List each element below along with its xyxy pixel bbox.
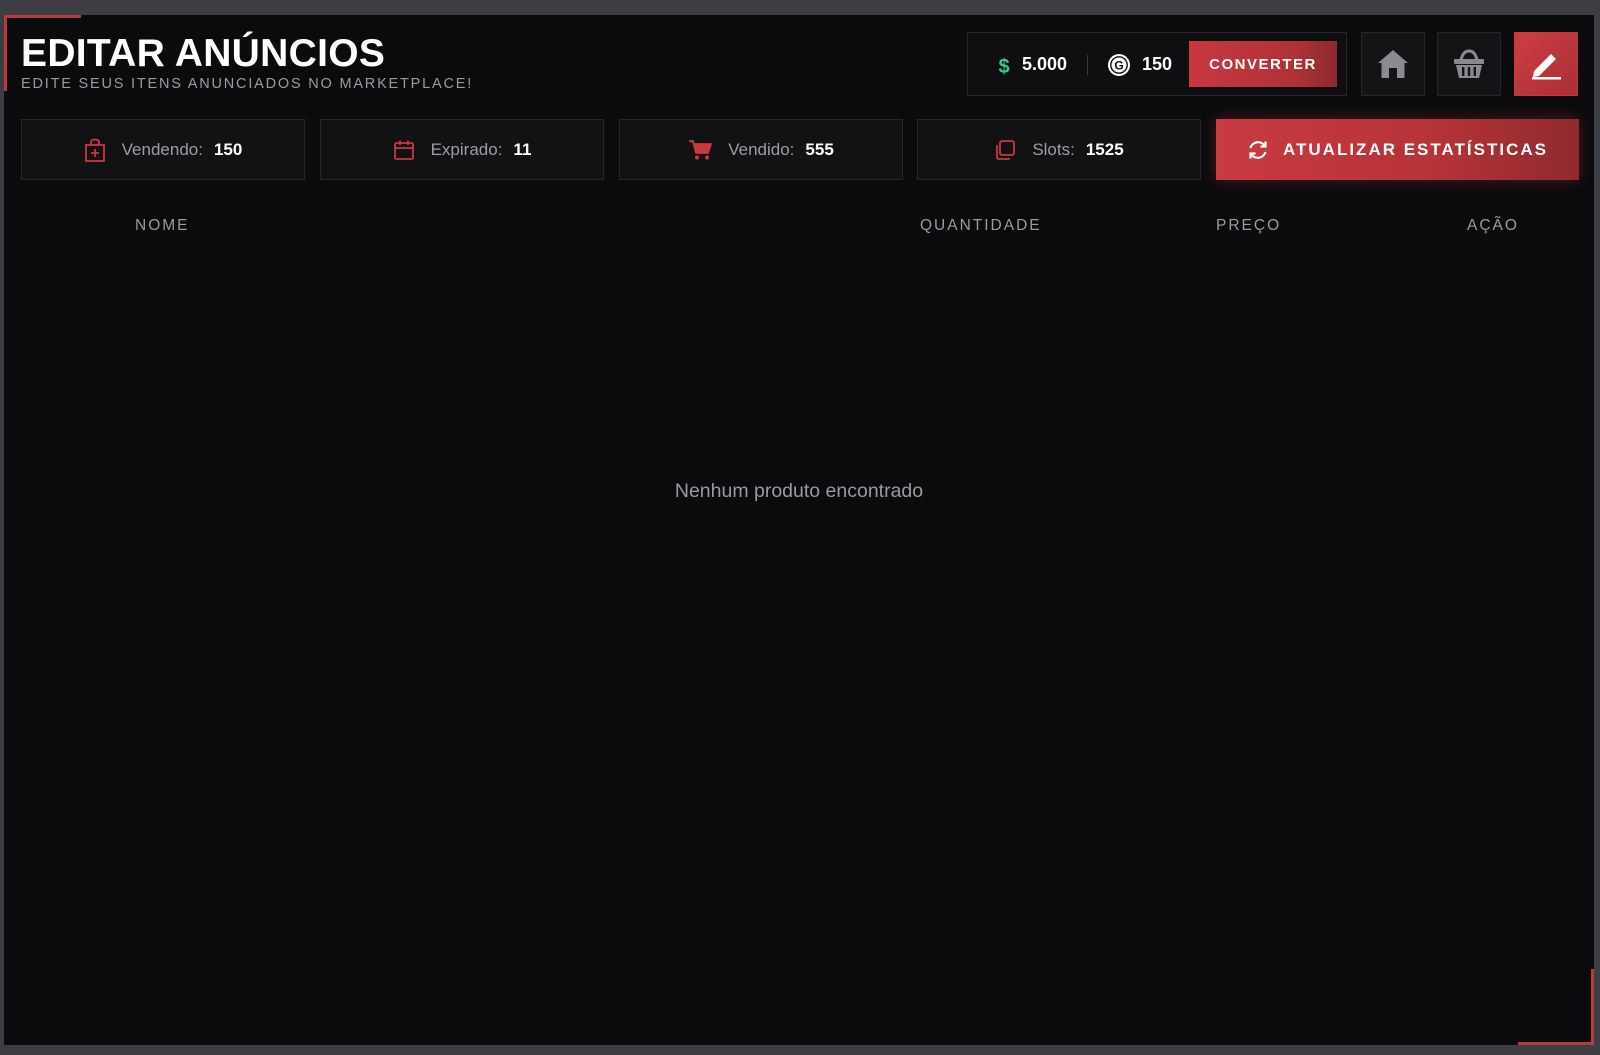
money-balance: 5.000	[1022, 54, 1068, 74]
corner-accent-bottom-right-vertical	[1591, 969, 1594, 1045]
stat-slots: Slots: 1525	[917, 119, 1201, 180]
stat-expired-label: Expirado:	[430, 139, 503, 159]
basket-button[interactable]	[1437, 32, 1501, 96]
stat-selling-value: 150	[213, 139, 243, 159]
g-coin-icon: G	[1108, 54, 1130, 76]
stat-slots-value: 1525	[1085, 139, 1124, 159]
stat-sold-value: 555	[805, 139, 834, 159]
coin-balance: 150	[1142, 54, 1173, 74]
refresh-stats-button[interactable]: ATUALIZAR ESTATÍSTICAS	[1216, 119, 1579, 180]
home-button[interactable]	[1361, 32, 1425, 96]
corner-accent-top-left	[4, 15, 81, 18]
page-title: EDITAR ANÚNCIOS	[21, 32, 386, 75]
shopping-bag-icon	[84, 138, 105, 162]
empty-state-message: Nenhum produto encontrado	[674, 480, 924, 502]
edit-icon	[1532, 54, 1561, 80]
stat-slots-label: Slots:	[1032, 139, 1075, 159]
stat-selling-label: Vendendo:	[121, 139, 203, 159]
refresh-stats-label: ATUALIZAR ESTATÍSTICAS	[1283, 139, 1548, 159]
column-header-name: NOME	[135, 217, 190, 234]
page-subtitle: EDITE SEUS ITENS ANUNCIADOS NO MARKETPLA…	[21, 76, 474, 92]
basket-icon	[1454, 49, 1484, 78]
empty-state: Nenhum produto encontrado	[4, 480, 1594, 503]
svg-text:G: G	[1114, 59, 1123, 73]
edit-listings-button[interactable]	[1514, 32, 1578, 96]
calendar-icon	[393, 140, 414, 160]
cart-icon	[689, 139, 713, 159]
convert-button[interactable]: CONVERTER	[1189, 41, 1337, 87]
column-header-price: PREÇO	[1216, 217, 1282, 234]
slots-icon	[996, 139, 1016, 160]
corner-accent-bottom-right	[1518, 1042, 1594, 1045]
stat-sold-label: Vendido:	[728, 139, 795, 159]
column-header-action: AÇÃO	[1467, 217, 1519, 234]
dollar-icon: $	[998, 56, 1009, 77]
stat-expired-value: 11	[513, 139, 532, 159]
svg-text:$: $	[998, 56, 1009, 77]
stat-expired: Expirado: 11	[320, 119, 604, 180]
stat-selling: Vendendo: 150	[21, 119, 305, 180]
wallet-divider	[1087, 55, 1088, 75]
home-icon	[1378, 50, 1408, 78]
column-header-quantity: QUANTIDADE	[920, 217, 1042, 234]
refresh-icon	[1249, 140, 1267, 159]
stat-sold: Vendido: 555	[619, 119, 903, 180]
wallet-panel: $ 5.000 G 150 CONVERTER	[967, 32, 1347, 96]
corner-accent-top-left-vertical	[4, 15, 7, 91]
marketplace-edit-panel: EDITAR ANÚNCIOS EDITE SEUS ITENS ANUNCIA…	[4, 15, 1594, 1045]
